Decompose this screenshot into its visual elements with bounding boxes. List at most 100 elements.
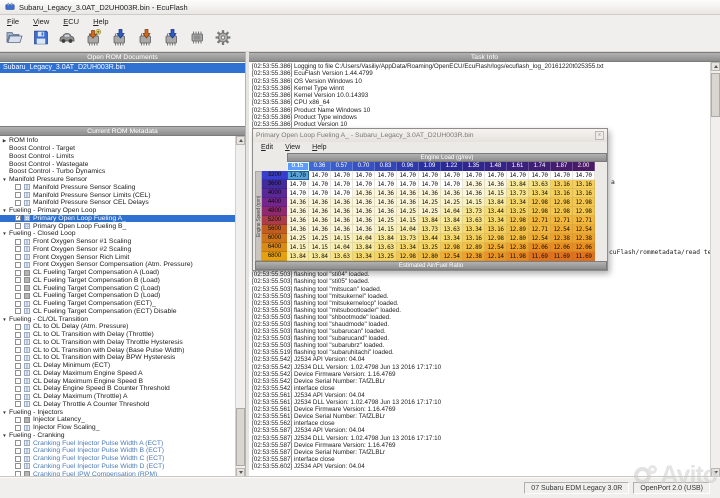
map-cell[interactable]: 13.16 <box>573 189 595 198</box>
map-cell[interactable]: 12.71 <box>551 216 573 225</box>
column-header-cell[interactable]: 0.70 <box>353 162 375 171</box>
map-cell[interactable]: 14.04 <box>397 225 419 234</box>
checkbox[interactable] <box>15 223 21 229</box>
map-cell[interactable]: 11.69 <box>551 252 573 261</box>
tree-leaf-item[interactable]: CL Delay Maximum Engine Speed B <box>0 377 235 385</box>
map-cell[interactable]: 13.63 <box>463 216 485 225</box>
map-cell[interactable]: 12.98 <box>529 207 551 216</box>
map-cell[interactable]: 12.98 <box>441 243 463 252</box>
map-cell[interactable]: 13.16 <box>551 189 573 198</box>
tree-leaf-item[interactable]: CL Delay Maximum (Throttle) A <box>0 393 235 401</box>
tree-leaf-item[interactable]: CL Delay Maximum Engine Speed A <box>0 370 235 378</box>
column-header-cell[interactable]: 0.57 <box>331 162 353 171</box>
map-cell[interactable]: 12.54 <box>573 225 595 234</box>
tree-leaf-item[interactable]: Cranking Fuel IPW Compensation (RPM) <box>0 470 235 477</box>
row-header-cell[interactable]: 6400 <box>262 243 287 252</box>
tree-leaf-item[interactable]: Cranking Fuel Injector Pulse Width A (EC… <box>0 439 235 447</box>
expand-arrow-icon[interactable]: ▼ <box>0 317 9 322</box>
column-header-cell[interactable]: 0.96 <box>397 162 419 171</box>
tree-leaf-item[interactable]: Cranking Fuel Injector Pulse Width C (EC… <box>0 455 235 463</box>
checkbox[interactable] <box>15 262 21 268</box>
map-cell[interactable]: 13.34 <box>463 225 485 234</box>
map-cell[interactable]: 14.70 <box>397 171 419 180</box>
map-cell[interactable]: 12.98 <box>551 207 573 216</box>
map-cell[interactable]: 13.84 <box>375 234 397 243</box>
map-cell[interactable]: 13.73 <box>397 234 419 243</box>
column-header-cell[interactable]: 1.48 <box>485 162 507 171</box>
tree-leaf-item[interactable]: Manifold Pressure Sensor Limits (CEL) <box>0 191 235 199</box>
map-cell[interactable]: 13.34 <box>353 252 375 261</box>
map-cell[interactable]: 14.36 <box>309 225 331 234</box>
map-cell[interactable]: 14.70 <box>419 180 441 189</box>
column-header-cell[interactable]: 1.74 <box>529 162 551 171</box>
map-cell[interactable]: 14.25 <box>419 198 441 207</box>
map-cell[interactable]: 14.25 <box>397 207 419 216</box>
map-cell[interactable]: 12.38 <box>463 252 485 261</box>
map-cell[interactable]: 13.16 <box>485 225 507 234</box>
map-cell[interactable]: 12.54 <box>529 234 551 243</box>
map-cell[interactable]: 14.70 <box>441 180 463 189</box>
map-cell[interactable]: 14.70 <box>463 171 485 180</box>
checkbox[interactable] <box>15 370 21 376</box>
tree-category-item[interactable]: Boost Control - Turbo Dynamics <box>0 168 235 176</box>
map-cell[interactable]: 14.70 <box>309 189 331 198</box>
map-cell[interactable]: 14.70 <box>331 180 353 189</box>
map-cell[interactable]: 14.04 <box>441 207 463 216</box>
map-cell[interactable]: 12.98 <box>551 198 573 207</box>
map-cell[interactable]: 13.84 <box>309 252 331 261</box>
map-cell[interactable]: 14.70 <box>309 180 331 189</box>
tree-leaf-item[interactable]: CL to OL Transition with Delay (Base Pul… <box>0 346 235 354</box>
row-header-cell[interactable]: 3200 <box>262 171 287 180</box>
expand-arrow-icon[interactable]: ▼ <box>0 208 9 213</box>
menu-ecu-menu[interactable]: ECU <box>56 17 86 26</box>
map-cell[interactable]: 12.38 <box>573 234 595 243</box>
map-cell[interactable]: 14.36 <box>463 189 485 198</box>
tree-leaf-item[interactable]: CL Fueling Target Compensation (ECT) Dis… <box>0 308 235 316</box>
map-cell[interactable]: 14.70 <box>287 180 309 189</box>
column-header-cell[interactable]: 0.83 <box>375 162 397 171</box>
map-cell[interactable]: 13.84 <box>485 198 507 207</box>
checkbox[interactable] <box>15 386 21 392</box>
map-cell[interactable]: 12.06 <box>529 243 551 252</box>
row-header-cell[interactable]: 6800 <box>262 252 287 261</box>
map-cell[interactable]: 13.63 <box>441 225 463 234</box>
map-cell[interactable]: 14.70 <box>309 171 331 180</box>
tree-leaf-item[interactable]: Primary Open Loop Fueling B_ <box>0 222 235 230</box>
map-cell[interactable]: 14.70 <box>441 171 463 180</box>
map-cell[interactable]: 14.15 <box>287 243 309 252</box>
expand-arrow-icon[interactable]: ▶ <box>0 138 9 144</box>
checkbox[interactable] <box>15 332 21 338</box>
map-cell[interactable]: 11.69 <box>573 252 595 261</box>
map-cell[interactable]: 14.36 <box>331 207 353 216</box>
map-cell[interactable]: 13.84 <box>419 216 441 225</box>
checkbox[interactable] <box>15 394 21 400</box>
map-cell[interactable]: 13.34 <box>441 234 463 243</box>
map-cell[interactable]: 14.70 <box>331 171 353 180</box>
write-ecu-alt-button[interactable] <box>161 30 181 50</box>
map-cell[interactable]: 14.36 <box>353 216 375 225</box>
map-cell[interactable]: 14.15 <box>397 216 419 225</box>
checkbox[interactable] <box>15 246 21 252</box>
tree-leaf-item[interactable]: CL Fueling Target Compensation D (Load) <box>0 292 235 300</box>
map-cell[interactable]: 12.98 <box>507 216 529 225</box>
tree-leaf-item[interactable]: Injector Latency_ <box>0 416 235 424</box>
open-rom-list[interactable]: Subaru_Legacy_3.0AT_D2UH003R.bin <box>0 62 245 126</box>
title-bar[interactable]: Subaru_Legacy_3.0AT_D2UH003R.bin - EcuFl… <box>0 0 720 15</box>
map-cell[interactable]: 14.70 <box>375 180 397 189</box>
row-header-cell[interactable]: 6000 <box>262 234 287 243</box>
map-cell[interactable]: 12.71 <box>529 216 551 225</box>
checkbox[interactable] <box>15 425 21 431</box>
column-header-cell[interactable]: 0.36 <box>309 162 331 171</box>
fuel-map-menu-view-menu[interactable]: View <box>279 144 306 151</box>
tree-leaf-item[interactable]: Front Oxygen Sensor Compensation (Atm. P… <box>0 261 235 269</box>
map-cell[interactable]: 14.36 <box>309 198 331 207</box>
tree-category-item[interactable]: ▼Fueling - Injectors <box>0 408 235 416</box>
map-cell[interactable]: 12.71 <box>573 216 595 225</box>
menu-help-menu[interactable]: Help <box>86 17 115 26</box>
map-cell[interactable]: 14.36 <box>331 225 353 234</box>
map-cell[interactable]: 12.06 <box>573 243 595 252</box>
map-cell[interactable]: 13.63 <box>529 180 551 189</box>
fuel-map-menu-help-menu[interactable]: Help <box>306 144 332 151</box>
tree-category-item[interactable]: ▼Manifold Pressure Sensor <box>0 176 235 184</box>
checkbox[interactable] <box>15 378 21 384</box>
